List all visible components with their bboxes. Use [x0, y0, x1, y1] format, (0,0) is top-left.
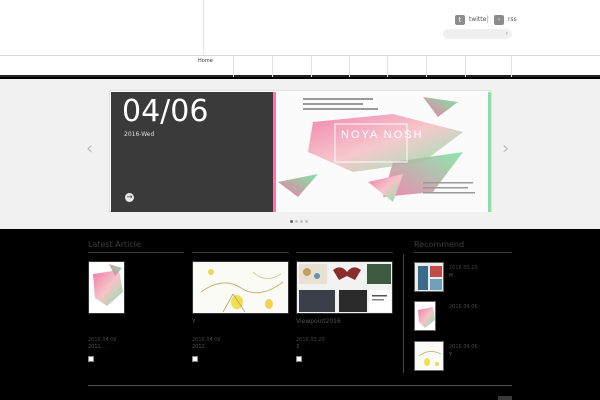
nav-item-home-label: Home: [198, 58, 213, 64]
nav-item[interactable]: [349, 56, 387, 77]
twitter-icon: t: [455, 15, 465, 25]
article-title[interactable]: Y: [192, 318, 196, 325]
nav-item[interactable]: [465, 56, 512, 77]
header-divider: [203, 0, 204, 56]
article-thumbnail-graphic: [297, 262, 392, 313]
featured-slide[interactable]: 04/06 2016-Wed → NOYA NOSH: [109, 90, 492, 212]
twitter-link[interactable]: t twitter: [455, 14, 489, 26]
article-small-icon: [296, 356, 302, 362]
search-input[interactable]: ›: [443, 29, 512, 39]
recommend-heading: Recommend: [414, 240, 465, 249]
twitter-label: twitter: [469, 16, 489, 23]
recommend-thumbnail-graphic: [415, 342, 443, 370]
recommend-thumbnail-graphic: [415, 302, 435, 330]
article-excerpt: 2012: [192, 344, 205, 350]
slide-artwork: NOYA NOSH: [273, 92, 491, 212]
article-thumbnail[interactable]: [88, 261, 125, 314]
slider-prev-icon[interactable]: ‹: [86, 140, 93, 158]
nav-item[interactable]: [233, 56, 272, 77]
slider-dot[interactable]: [300, 220, 303, 223]
latest-article-heading: Latest Article: [88, 240, 141, 249]
article-small-icon: [192, 356, 198, 362]
footer-rule: [88, 385, 512, 386]
slide-artwork-graphic: NOYA NOSH: [273, 92, 491, 212]
slide-date-panel: 04/06 2016-Wed →: [111, 92, 273, 212]
social-separator: [487, 15, 488, 23]
slider-dot[interactable]: [295, 220, 298, 223]
article-date: 2016.04.06: [88, 337, 117, 343]
article-excerpt: 3: [296, 344, 300, 350]
content-area: Latest Article 2016.04.06 2011... Y 2016…: [0, 229, 600, 400]
recommend-date: 2016.04.06: [449, 344, 478, 350]
site-header: t twitter ◦ rss ›: [0, 0, 600, 56]
slide-date: 04/06: [122, 94, 209, 129]
recommend-title[interactable]: Y: [449, 352, 452, 358]
column-divider: [403, 254, 404, 373]
article-thumbnail[interactable]: [296, 261, 393, 314]
section-rule: [88, 252, 184, 253]
main-nav: Home: [0, 56, 600, 77]
slider-pagination: [290, 220, 310, 223]
slide-day: 2016-Wed: [124, 131, 155, 138]
slider-dot[interactable]: [290, 220, 293, 223]
recommend-thumbnail[interactable]: [414, 341, 444, 371]
section-rule: [296, 252, 393, 253]
article-date: 2016.03.20: [296, 337, 325, 343]
artwork-text: NOYA NOSH: [341, 129, 424, 141]
nav-item[interactable]: [311, 56, 349, 77]
recommend-item[interactable]: 2016.04.06: [414, 301, 512, 331]
article-date: 2016.04.06: [192, 337, 221, 343]
article-thumbnail-graphic: [89, 262, 124, 313]
recommend-item[interactable]: 2016.03.10 H: [414, 262, 512, 292]
article-thumbnail[interactable]: [192, 261, 289, 314]
nav-item-home[interactable]: Home: [194, 56, 233, 77]
slider-dot[interactable]: [305, 220, 308, 223]
rss-link[interactable]: ◦ rss: [494, 14, 517, 26]
nav-item[interactable]: [272, 56, 311, 77]
recommend-thumbnail-graphic: [415, 263, 443, 291]
recommend-thumbnail[interactable]: [414, 262, 444, 292]
recommend-title[interactable]: H: [449, 273, 453, 279]
article-small-icon: [88, 356, 94, 362]
section-rule: [192, 252, 289, 253]
nav-item[interactable]: [387, 56, 426, 77]
section-rule: [414, 252, 512, 253]
search-go-icon[interactable]: ›: [506, 29, 508, 39]
recommend-item[interactable]: 2016.04.06 Y: [414, 341, 512, 371]
rss-label: rss: [508, 16, 517, 23]
recommend-date: 2016.03.10: [449, 265, 478, 271]
page-top-tab[interactable]: [498, 396, 512, 400]
article-thumbnail-graphic: [193, 262, 288, 313]
slide-more-arrow-icon[interactable]: →: [125, 193, 134, 202]
nav-item[interactable]: [426, 56, 465, 77]
featured-slider: ‹ 04/06 2016-Wed → NOYA NOSH ›: [0, 79, 600, 229]
rss-icon: ◦: [494, 15, 504, 25]
article-title[interactable]: Viewpoint2016: [296, 318, 341, 325]
slider-next-icon[interactable]: ›: [502, 140, 509, 158]
article-excerpt: 2011...: [88, 344, 106, 350]
recommend-date: 2016.04.06: [449, 304, 478, 310]
page: t twitter ◦ rss › Home ‹ 04/06 2016-Wed: [0, 0, 600, 400]
recommend-thumbnail[interactable]: [414, 301, 436, 331]
